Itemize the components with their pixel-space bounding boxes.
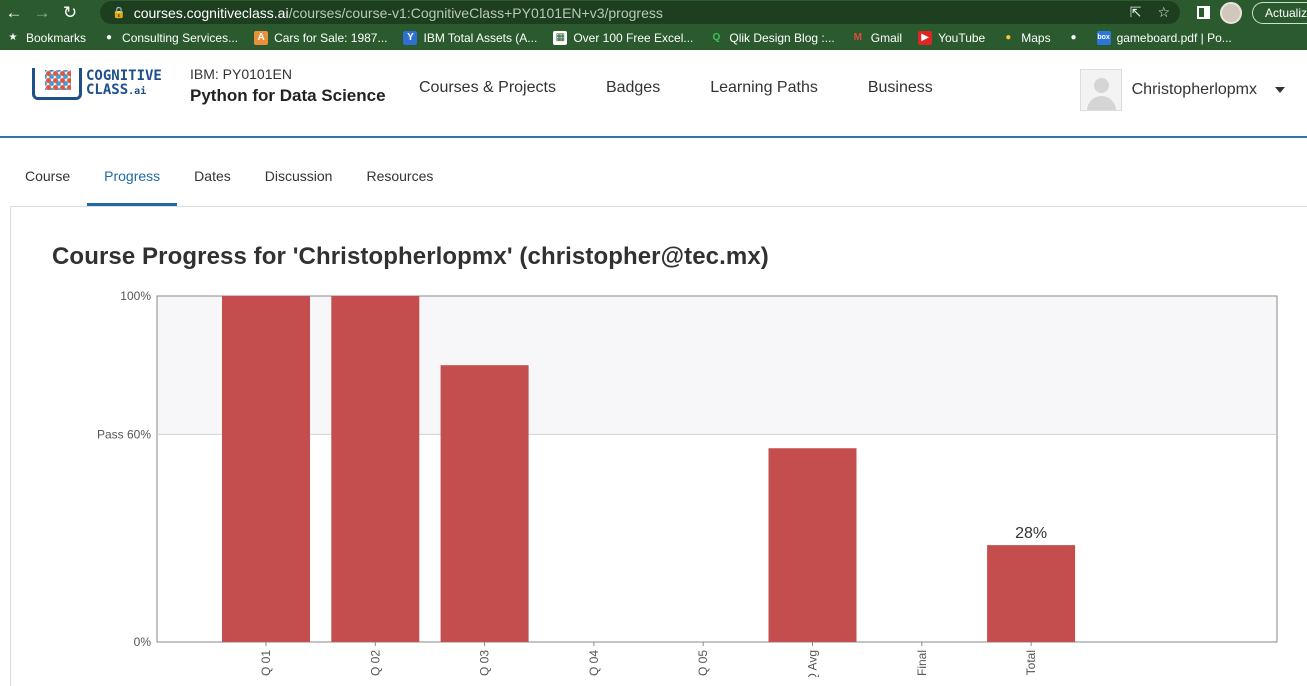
lock-icon: 🔒 [112, 7, 126, 19]
bookmark-label: gameboard.pdf | Po... [1116, 30, 1232, 45]
x-tick-label: Q 05 [696, 650, 710, 676]
globe-icon: ● [1070, 32, 1077, 43]
star-icon: ★ [8, 32, 18, 43]
bookmark-label: Consulting Services... [122, 30, 239, 45]
x-tick-label: Q 01 [259, 650, 273, 676]
bookmark-label: Bookmarks [26, 30, 87, 45]
reload-icon[interactable]: ↻ [56, 3, 84, 23]
bookmark-item[interactable]: ★ Bookmarks [6, 30, 87, 45]
youtube-icon: ▶ [918, 30, 933, 45]
nav-badges[interactable]: Badges [606, 79, 660, 97]
side-panel-icon[interactable] [1197, 6, 1210, 19]
course-name: Python for Data Science [190, 86, 386, 105]
bookmark-label: Cars for Sale: 1987... [274, 30, 388, 45]
tab-discussion[interactable]: Discussion [248, 168, 350, 206]
bookmark-item[interactable]: Y IBM Total Assets (A... [403, 30, 538, 45]
back-icon[interactable]: ← [0, 3, 28, 23]
x-tick-label: Q 02 [368, 650, 382, 676]
logo-line1: COGNITIVE [86, 68, 162, 84]
pass-band [157, 296, 1277, 435]
data-label: 28% [1015, 525, 1047, 542]
book-icon [32, 68, 82, 100]
logo-suffix: .ai [128, 86, 147, 97]
logo-line2: CLASS [86, 82, 129, 98]
gmail-icon: M [853, 32, 862, 43]
y-tick-label: 100% [120, 289, 151, 303]
cognitive-class-logo[interactable]: COGNITIVE CLASS.ai [32, 68, 162, 100]
bookmark-item[interactable]: ▶ YouTube [918, 30, 986, 45]
bookmark-label: Qlik Design Blog :... [729, 30, 835, 45]
username[interactable]: Christopherlopmx [1132, 81, 1257, 99]
y-tick-label: Pass 60% [97, 427, 151, 441]
bookmark-label: IBM Total Assets (A... [423, 30, 538, 45]
url-path: /courses/course-v1:CognitiveClass+PY0101… [288, 4, 663, 21]
avatar[interactable] [1079, 69, 1122, 111]
user-menu[interactable]: Christopherlopmx [1079, 69, 1285, 111]
nav-business[interactable]: Business [868, 79, 933, 97]
bookmark-item[interactable]: ● [1067, 31, 1087, 45]
y-tick-label: 0% [134, 635, 152, 649]
browser-toolbar: ← → ↻ 🔒 courses.cognitiveclass.ai /cours… [0, 0, 1307, 25]
bookmark-star-icon[interactable]: ☆ [1157, 4, 1170, 21]
bookmark-item[interactable]: box gameboard.pdf | Po... [1096, 30, 1232, 45]
bookmark-item[interactable]: A Cars for Sale: 1987... [254, 30, 388, 45]
bookmark-item[interactable]: Q Qlik Design Blog :... [709, 31, 834, 45]
bookmark-label: Over 100 Free Excel... [573, 30, 694, 45]
x-tick-label: Final [915, 650, 929, 676]
bookmark-item[interactable]: ▦ Over 100 Free Excel... [553, 30, 694, 45]
nav-learning-paths[interactable]: Learning Paths [710, 79, 818, 97]
bookmark-item[interactable]: ● Maps [1001, 31, 1050, 45]
x-tick-label: Q 03 [478, 650, 492, 676]
bookmark-item[interactable]: ● Consulting Services... [102, 31, 238, 45]
x-tick-label: Total [1024, 650, 1038, 675]
bookmark-label: YouTube [938, 30, 986, 45]
x-tick-label: Q 04 [587, 650, 601, 676]
excel-icon: ▦ [553, 30, 568, 45]
progress-panel: Course Progress for 'Christopherlopmx' (… [10, 206, 1307, 686]
box-icon: box [1096, 30, 1111, 45]
qlik-icon: Q [712, 32, 721, 43]
x-tick-label: RQ Avg [806, 650, 820, 677]
course-code: IBM: PY0101EN [190, 66, 292, 82]
forward-icon[interactable]: → [28, 3, 56, 23]
bar [440, 365, 529, 642]
progress-chart: 100% Pass 60% 0% Q 01 Q 02 Q 03 Q 04 Q 05 RQ Avg… [97, 289, 1278, 677]
maps-icon: ● [1005, 32, 1012, 43]
bar [768, 448, 857, 642]
tab-dates[interactable]: Dates [177, 168, 248, 206]
nav-courses-projects[interactable]: Courses & Projects [419, 79, 556, 97]
bar [222, 296, 310, 642]
update-button[interactable]: Actualiz [1252, 1, 1307, 24]
course-tabs: Course Progress Dates Discussion Resourc… [0, 138, 1307, 206]
bookmarks-bar: ★ Bookmarks ● Consulting Services... A Cars f… [0, 25, 1307, 50]
bookmark-label: Gmail [870, 30, 903, 45]
tab-resources[interactable]: Resources [349, 168, 450, 206]
tab-course[interactable]: Course [8, 168, 87, 206]
profile-avatar-icon[interactable] [1220, 1, 1242, 24]
bar [987, 545, 1076, 642]
tab-progress[interactable]: Progress [87, 168, 178, 206]
bar [331, 296, 420, 642]
chevron-down-icon[interactable] [1275, 87, 1285, 93]
yahoo-icon: Y [403, 30, 418, 45]
globe-icon: ● [106, 32, 113, 43]
url-host: courses.cognitiveclass.ai [133, 4, 289, 21]
site-header: COGNITIVE CLASS.ai IBM: PY0101EN Python … [0, 50, 1307, 138]
cars-icon: A [254, 30, 269, 45]
address-bar[interactable]: 🔒 courses.cognitiveclass.ai /courses/cou… [100, 1, 1180, 24]
share-icon[interactable]: ⇱ [1130, 4, 1142, 21]
main-nav: Courses & Projects Badges Learning Paths… [419, 79, 983, 97]
bookmark-item[interactable]: M Gmail [851, 30, 903, 45]
bookmark-label: Maps [1021, 30, 1051, 45]
